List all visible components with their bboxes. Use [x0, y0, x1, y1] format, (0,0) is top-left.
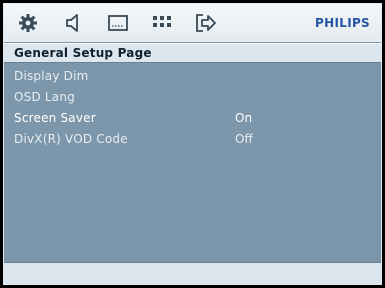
- menu-item-label: Display Dim: [14, 69, 89, 83]
- page-title-bar: General Setup Page: [4, 43, 381, 63]
- menu-item-label: Screen Saver: [14, 111, 96, 125]
- status-bar: [4, 262, 381, 284]
- exit-icon[interactable]: [194, 12, 218, 34]
- menu-item-value: Off: [235, 132, 253, 146]
- page-title: General Setup Page: [14, 46, 152, 60]
- setup-menu-list: Display Dim OSD Lang Screen Saver On Div…: [4, 66, 381, 150]
- display-icon[interactable]: [106, 12, 130, 34]
- philips-logo: PHILIPS: [315, 16, 370, 30]
- menu-item-label: OSD Lang: [14, 90, 75, 104]
- gear-icon[interactable]: [16, 12, 40, 34]
- top-toolbar: PHILIPS: [4, 4, 381, 42]
- setup-menu-frame: PHILIPS General Setup Page Display Dim O…: [3, 3, 382, 285]
- menu-item-value: On: [235, 111, 253, 125]
- menu-item-divx-vod-code[interactable]: DivX(R) VOD Code Off: [4, 129, 381, 150]
- menu-item-osd-lang[interactable]: OSD Lang: [4, 87, 381, 108]
- speaker-icon[interactable]: [61, 12, 85, 34]
- grid-icon[interactable]: [150, 12, 174, 34]
- menu-item-screen-saver[interactable]: Screen Saver On: [4, 108, 381, 129]
- osd-screen: PHILIPS General Setup Page Display Dim O…: [0, 0, 385, 288]
- menu-item-label: DivX(R) VOD Code: [14, 132, 128, 146]
- menu-item-display-dim[interactable]: Display Dim: [4, 66, 381, 87]
